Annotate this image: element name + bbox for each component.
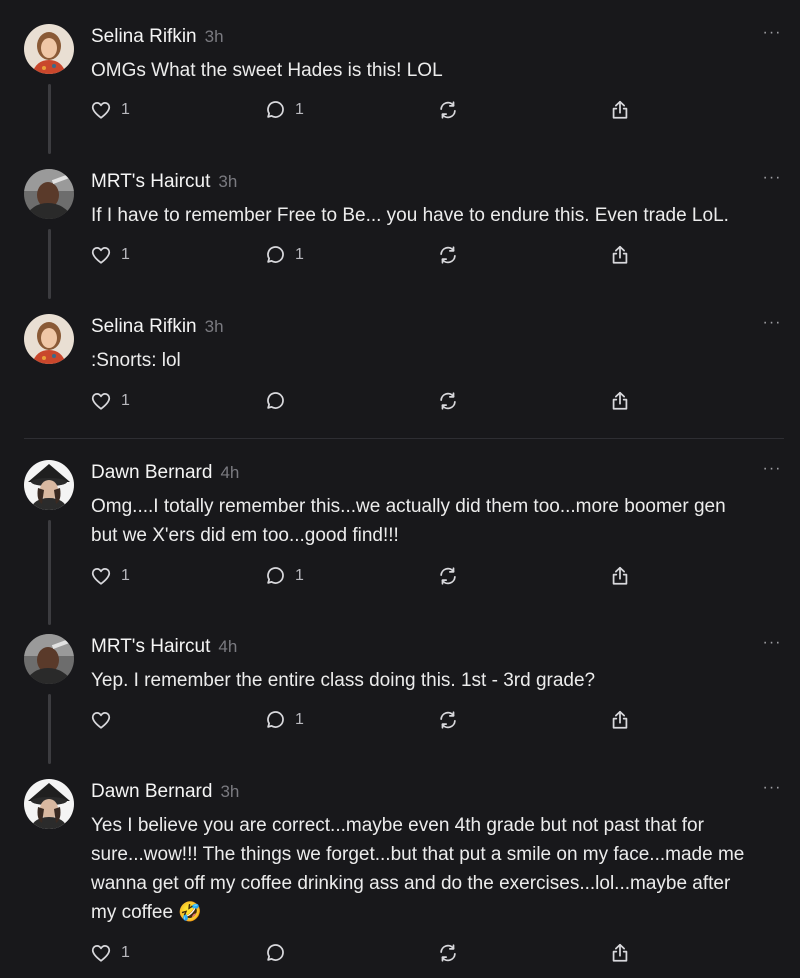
avatar[interactable] [24,169,74,219]
comment-icon [267,711,284,728]
reply-button[interactable]: 1 [264,243,304,267]
repost-button[interactable] [437,708,459,732]
timestamp[interactable]: 3h [205,317,224,336]
comment-icon [267,392,284,409]
heart-icon [91,711,111,729]
post: MRT's Haircut 3h ··· If I have to remembe… [0,169,800,299]
comment-icon [267,101,284,118]
like-count: 1 [121,392,130,409]
repost-icon [440,711,456,729]
post-text: Omg....I totally remember this...we actu… [91,496,726,546]
comment-icon [267,567,284,584]
share-icon [612,566,628,585]
more-options-icon[interactable]: ··· [760,25,784,48]
heart-icon [91,567,111,585]
author-name[interactable]: Dawn Bernard [91,462,212,483]
post: MRT's Haircut 4h ··· Yep. I remember the … [0,634,800,764]
more-options-icon[interactable]: ··· [760,780,784,803]
thread-line [48,694,51,764]
like-count: 1 [121,101,130,118]
like-button[interactable]: 1 [90,941,130,965]
repost-button[interactable] [437,389,459,413]
heart-icon [91,246,111,264]
heart-icon [91,392,111,410]
reply-button[interactable] [264,389,286,413]
repost-icon [440,101,456,119]
author-name[interactable]: Dawn Bernard [91,781,212,802]
share-button[interactable] [609,98,631,122]
post-text: Yep. I remember the entire class doing t… [91,670,596,691]
more-options-icon[interactable]: ··· [760,170,784,193]
more-options-icon[interactable]: ··· [760,635,784,658]
repost-button[interactable] [437,564,459,588]
like-button[interactable]: 1 [90,243,130,267]
repost-button[interactable] [437,941,459,965]
post-text: :Snorts: lol [91,350,181,371]
reply-button[interactable]: 1 [264,564,304,588]
more-options-icon[interactable]: ··· [760,461,784,484]
share-button[interactable] [609,708,631,732]
share-button[interactable] [609,564,631,588]
share-icon [612,943,628,962]
comment-icon [267,944,284,961]
more-options-icon[interactable]: ··· [760,315,784,338]
heart-icon [91,101,111,119]
timestamp[interactable]: 3h [218,172,237,191]
timestamp[interactable]: 4h [218,637,237,656]
comment-icon [267,246,284,263]
avatar[interactable] [24,24,74,74]
author-name[interactable]: Selina Rifkin [91,26,197,47]
share-icon [612,100,628,119]
thread-line [48,229,51,299]
reply-count: 1 [295,246,304,263]
timestamp[interactable]: 3h [220,782,239,801]
author-name[interactable]: MRT's Haircut [91,636,210,657]
share-button[interactable] [609,243,631,267]
reply-button[interactable]: 1 [264,708,304,732]
thread-line [48,520,51,625]
reply-count: 1 [295,101,304,118]
post: Selina Rifkin 3h ··· OMGs What the sweet … [0,24,800,154]
like-count: 1 [121,246,130,263]
reply-count: 1 [295,567,304,584]
like-count: 1 [121,567,130,584]
post-text: OMGs What the sweet Hades is this! LOL [91,60,443,81]
thread-divider [24,438,784,439]
like-button[interactable]: 1 [90,389,130,413]
avatar[interactable] [24,634,74,684]
share-icon [612,245,628,264]
post: Dawn Bernard 4h ··· Omg....I totally reme… [0,460,800,625]
avatar[interactable] [24,314,74,364]
repost-button[interactable] [437,98,459,122]
repost-icon [440,944,456,962]
author-name[interactable]: MRT's Haircut [91,171,210,192]
heart-icon [91,944,111,962]
repost-icon [440,392,456,410]
author-name[interactable]: Selina Rifkin [91,316,197,337]
like-button[interactable]: 1 [90,564,130,588]
like-count: 1 [121,944,130,961]
post: Dawn Bernard 3h ··· Yes I believe you are… [0,779,800,978]
share-button[interactable] [609,941,631,965]
share-icon [612,391,628,410]
share-button[interactable] [609,389,631,413]
reply-count: 1 [295,711,304,728]
avatar[interactable] [24,460,74,510]
post: Selina Rifkin 3h ··· :Snorts: lol 1 [0,314,800,424]
repost-icon [440,246,456,264]
timestamp[interactable]: 3h [205,27,224,46]
post-text: If I have to remember Free to Be... you … [91,205,729,226]
post-text: Yes I believe you are correct...maybe ev… [91,815,745,923]
repost-button[interactable] [437,243,459,267]
like-button[interactable]: 1 [90,98,130,122]
thread-line [48,84,51,154]
repost-icon [440,567,456,585]
avatar[interactable] [24,779,74,829]
reply-button[interactable]: 1 [264,98,304,122]
like-button[interactable] [90,708,112,732]
reply-button[interactable] [264,941,286,965]
share-icon [612,710,628,729]
timestamp[interactable]: 4h [220,463,239,482]
